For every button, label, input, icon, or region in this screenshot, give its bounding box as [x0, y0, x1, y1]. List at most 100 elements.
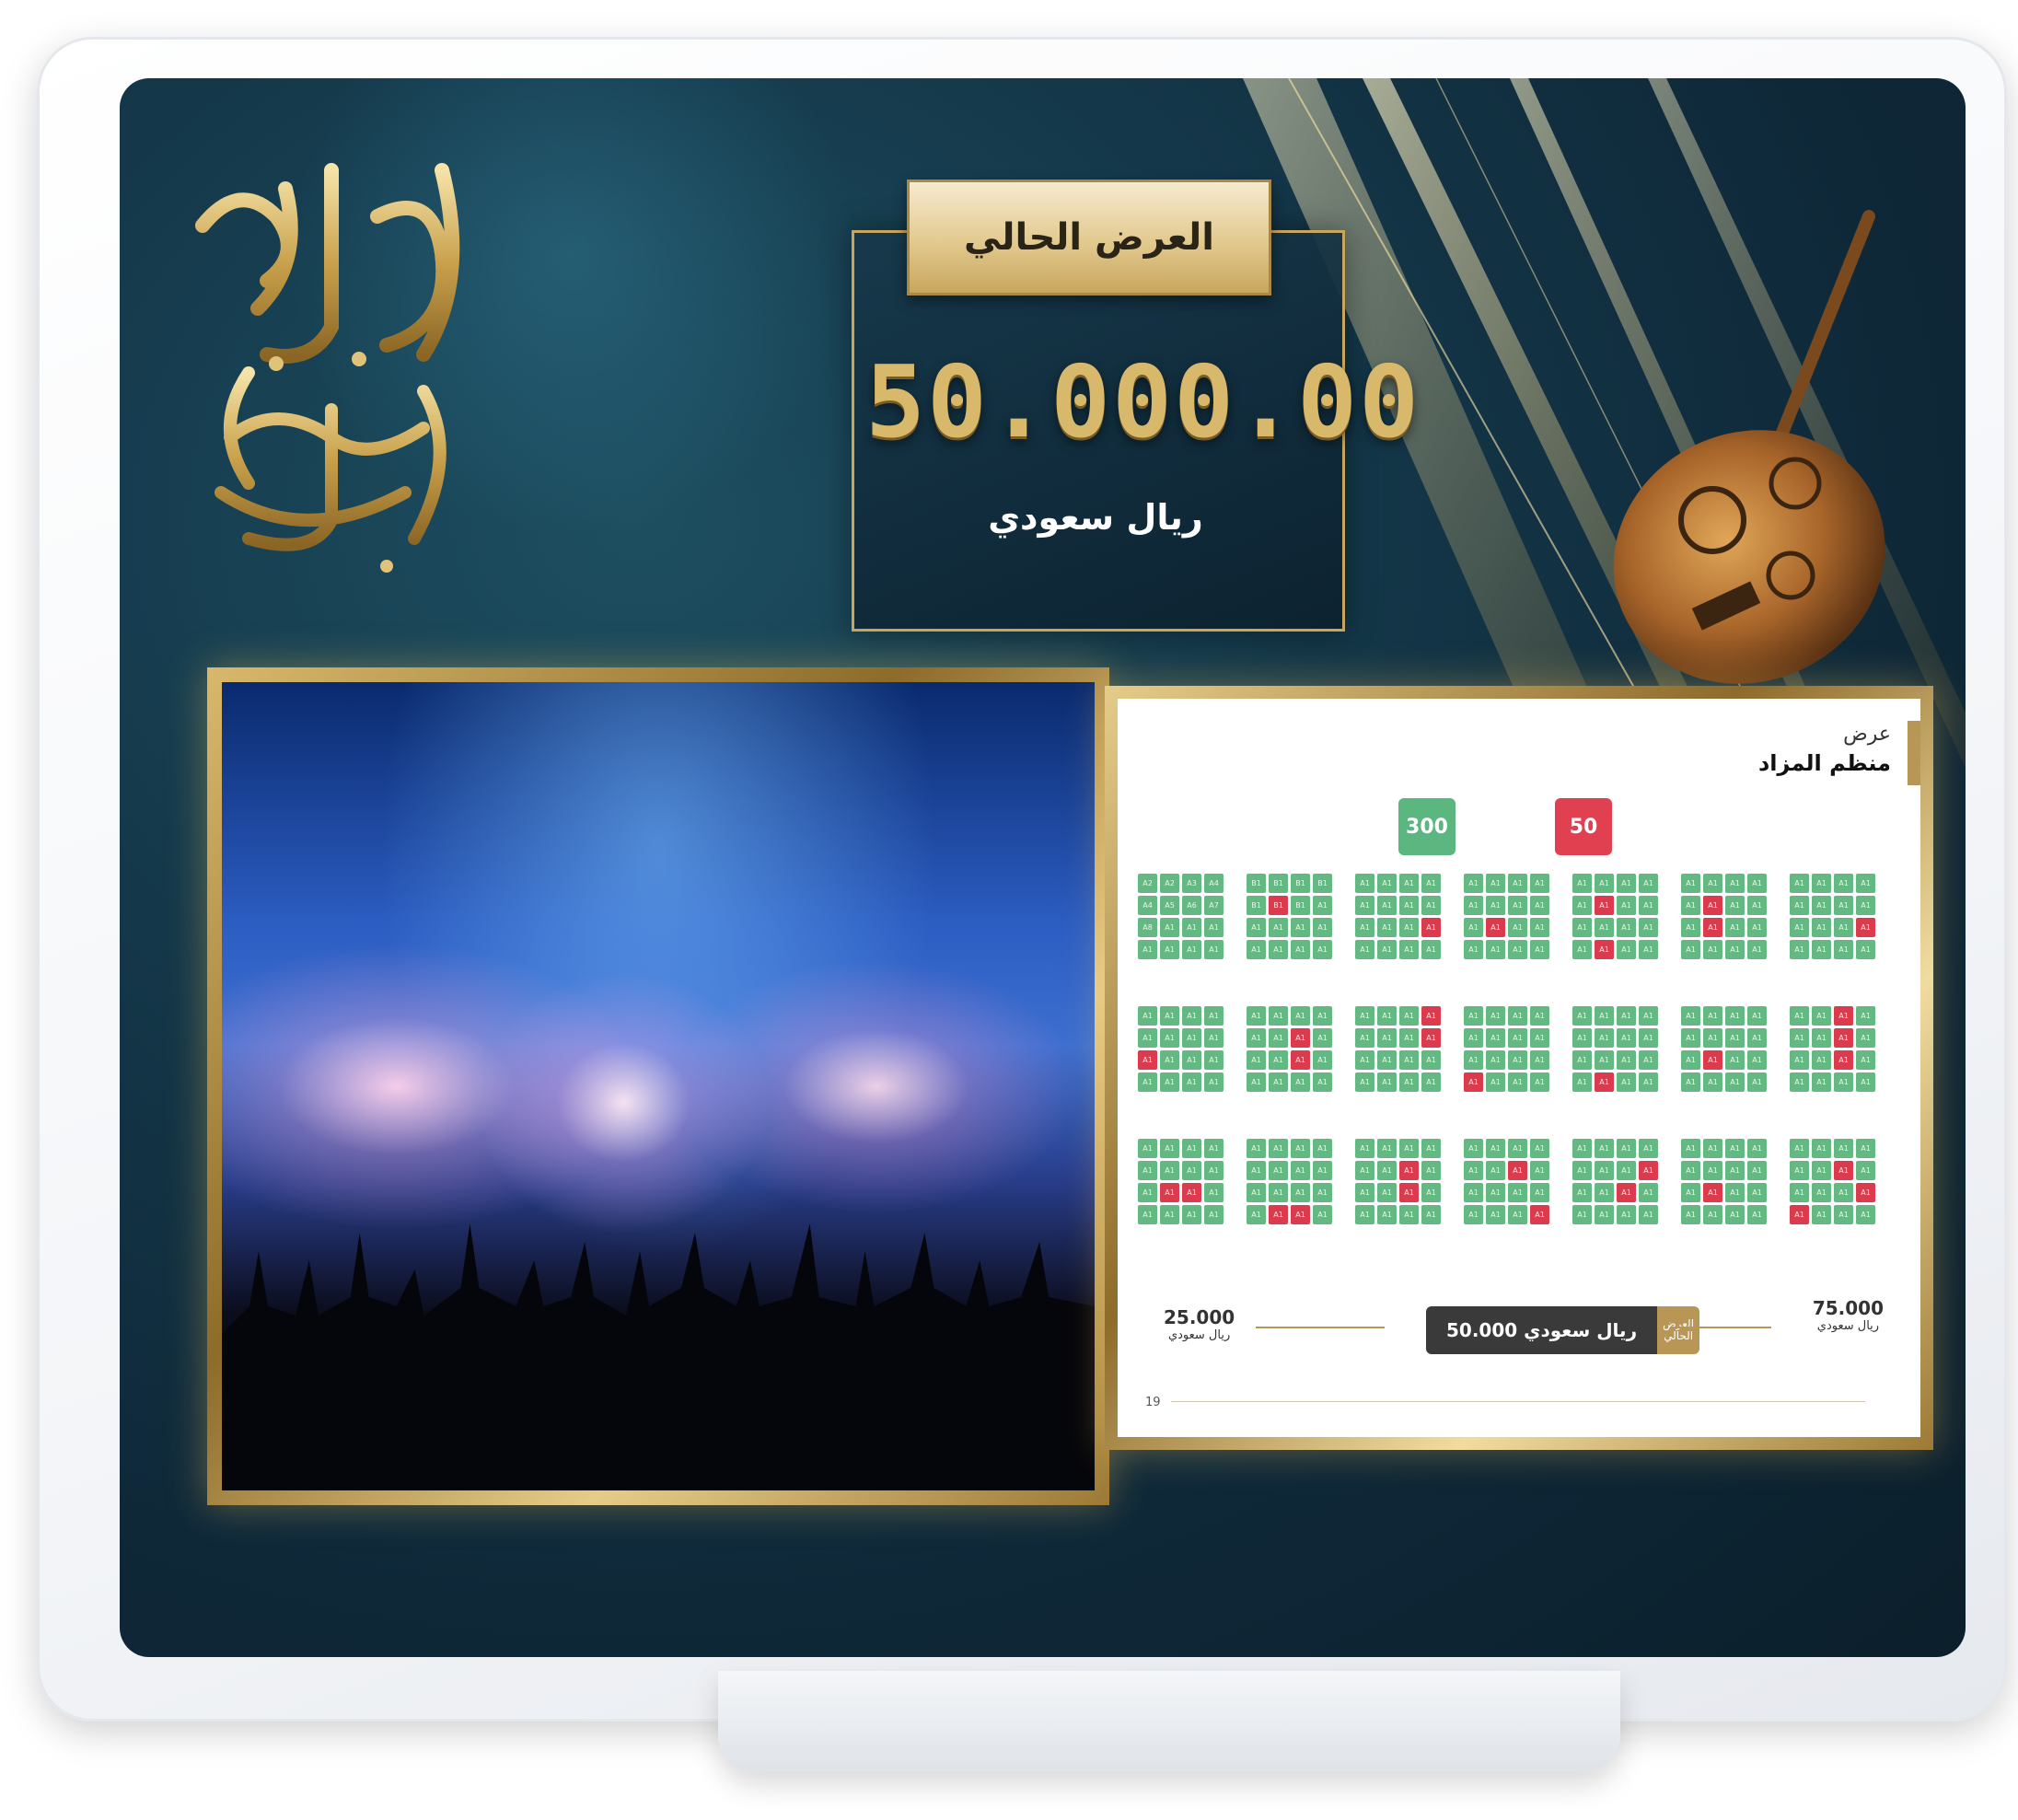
- seat[interactable]: A1: [1747, 1139, 1767, 1158]
- seat[interactable]: A1: [1639, 940, 1658, 959]
- seat[interactable]: A1: [1790, 1161, 1809, 1180]
- seat[interactable]: A1: [1725, 1183, 1745, 1202]
- seat[interactable]: A1: [1421, 1050, 1441, 1070]
- seat[interactable]: A1: [1247, 940, 1266, 959]
- seat[interactable]: A1: [1421, 874, 1441, 893]
- seat[interactable]: A1: [1313, 918, 1332, 937]
- seat[interactable]: A1: [1725, 1050, 1745, 1070]
- seat[interactable]: A1: [1313, 1161, 1332, 1180]
- seat[interactable]: A1: [1572, 896, 1592, 915]
- seat[interactable]: A1: [1486, 1183, 1505, 1202]
- seat[interactable]: A1: [1464, 1139, 1483, 1158]
- seat[interactable]: A1: [1269, 1006, 1288, 1026]
- seat[interactable]: A1: [1747, 918, 1767, 937]
- seat[interactable]: A1: [1572, 1139, 1592, 1158]
- seat[interactable]: A1: [1160, 940, 1179, 959]
- seat[interactable]: A1: [1639, 918, 1658, 937]
- seat[interactable]: A1: [1856, 1205, 1875, 1224]
- seat[interactable]: A1: [1182, 1028, 1201, 1048]
- seat[interactable]: A1: [1681, 1161, 1700, 1180]
- seat[interactable]: A1: [1138, 1183, 1157, 1202]
- seat[interactable]: A1: [1595, 1072, 1614, 1092]
- seat[interactable]: A1: [1399, 1205, 1419, 1224]
- seat[interactable]: A1: [1269, 1161, 1288, 1180]
- seat[interactable]: A1: [1681, 1050, 1700, 1070]
- seat[interactable]: A6: [1182, 896, 1201, 915]
- seat[interactable]: B1: [1269, 874, 1288, 893]
- seat[interactable]: A1: [1812, 1028, 1831, 1048]
- seat[interactable]: A1: [1486, 874, 1505, 893]
- seat[interactable]: A1: [1530, 940, 1549, 959]
- seat[interactable]: A1: [1291, 1183, 1310, 1202]
- seat[interactable]: A1: [1464, 1161, 1483, 1180]
- seat[interactable]: A1: [1681, 918, 1700, 937]
- seat[interactable]: A1: [1639, 1050, 1658, 1070]
- seat[interactable]: A3: [1182, 874, 1201, 893]
- seat[interactable]: A1: [1617, 1072, 1636, 1092]
- seat[interactable]: A1: [1138, 1050, 1157, 1070]
- seat[interactable]: A1: [1464, 1072, 1483, 1092]
- seat[interactable]: A1: [1834, 1028, 1853, 1048]
- seat[interactable]: A1: [1639, 1205, 1658, 1224]
- seat[interactable]: A1: [1355, 918, 1374, 937]
- seat[interactable]: A1: [1617, 1183, 1636, 1202]
- seat[interactable]: A1: [1572, 1028, 1592, 1048]
- seat[interactable]: A1: [1313, 1205, 1332, 1224]
- seat[interactable]: A1: [1399, 896, 1419, 915]
- seat[interactable]: A1: [1508, 1050, 1527, 1070]
- seat[interactable]: A1: [1834, 1183, 1853, 1202]
- seat[interactable]: A1: [1617, 1139, 1636, 1158]
- seat[interactable]: B1: [1247, 874, 1266, 893]
- seat[interactable]: A1: [1421, 1006, 1441, 1026]
- seat[interactable]: A1: [1486, 1139, 1505, 1158]
- seat[interactable]: A1: [1703, 874, 1722, 893]
- seat[interactable]: A1: [1747, 940, 1767, 959]
- seat[interactable]: A1: [1486, 940, 1505, 959]
- seat[interactable]: A1: [1747, 874, 1767, 893]
- seat[interactable]: A1: [1725, 918, 1745, 937]
- seat[interactable]: A1: [1812, 1183, 1831, 1202]
- seat[interactable]: A1: [1595, 918, 1614, 937]
- seat[interactable]: A8: [1138, 918, 1157, 937]
- seat[interactable]: A1: [1291, 1139, 1310, 1158]
- seat[interactable]: A1: [1725, 1028, 1745, 1048]
- seat[interactable]: A1: [1530, 918, 1549, 937]
- seat[interactable]: A1: [1725, 1006, 1745, 1026]
- seat[interactable]: A1: [1790, 1205, 1809, 1224]
- seat[interactable]: A1: [1725, 1161, 1745, 1180]
- seat[interactable]: A1: [1377, 940, 1397, 959]
- seat[interactable]: A1: [1182, 1139, 1201, 1158]
- seat[interactable]: A1: [1377, 1072, 1397, 1092]
- seat[interactable]: A1: [1291, 1050, 1310, 1070]
- seat[interactable]: A1: [1247, 1139, 1266, 1158]
- seat[interactable]: A1: [1530, 1072, 1549, 1092]
- seat[interactable]: A1: [1617, 1006, 1636, 1026]
- seat[interactable]: B1: [1247, 896, 1266, 915]
- seat[interactable]: A1: [1464, 896, 1483, 915]
- seat[interactable]: A1: [1247, 1006, 1266, 1026]
- seat[interactable]: A1: [1269, 918, 1288, 937]
- seat[interactable]: A1: [1595, 1139, 1614, 1158]
- seat[interactable]: A1: [1639, 1183, 1658, 1202]
- seat[interactable]: A1: [1856, 1006, 1875, 1026]
- seat[interactable]: A1: [1355, 1072, 1374, 1092]
- seat[interactable]: A1: [1595, 1028, 1614, 1048]
- seat[interactable]: A1: [1572, 918, 1592, 937]
- seat[interactable]: A1: [1421, 918, 1441, 937]
- seat[interactable]: A1: [1747, 1006, 1767, 1026]
- seat[interactable]: A4: [1204, 874, 1224, 893]
- seat[interactable]: A1: [1812, 874, 1831, 893]
- seat[interactable]: A1: [1747, 1050, 1767, 1070]
- seat[interactable]: A1: [1812, 1161, 1831, 1180]
- seat[interactable]: A1: [1530, 1050, 1549, 1070]
- seat[interactable]: A1: [1291, 1161, 1310, 1180]
- seat[interactable]: A1: [1138, 1072, 1157, 1092]
- seat[interactable]: A1: [1747, 896, 1767, 915]
- seat[interactable]: A1: [1790, 1183, 1809, 1202]
- seat[interactable]: A1: [1834, 896, 1853, 915]
- price-chip-green[interactable]: 300: [1398, 798, 1456, 855]
- seat[interactable]: A1: [1681, 1183, 1700, 1202]
- seat[interactable]: A1: [1617, 1161, 1636, 1180]
- seat[interactable]: A1: [1530, 1161, 1549, 1180]
- seat[interactable]: A1: [1595, 1050, 1614, 1070]
